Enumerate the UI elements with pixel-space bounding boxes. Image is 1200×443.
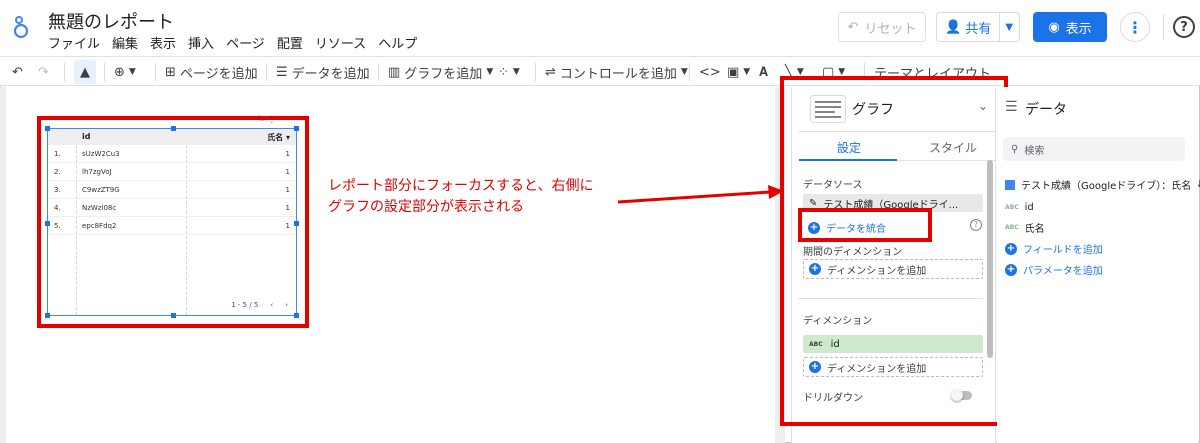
share-dropdown-icon[interactable]: ▼ [1000, 22, 1018, 33]
chevron-down-icon: ▼ [486, 67, 494, 77]
help-icon[interactable]: ? [1173, 16, 1195, 38]
menu-help[interactable]: ヘルプ [378, 33, 417, 52]
undo-arrow-icon: ↶ [847, 19, 859, 35]
annotation-text: レポート部分にフォーカスすると、右側に グラフの設定部分が表示される [328, 178, 594, 215]
view-button[interactable]: ◉ 表示 [1033, 12, 1107, 42]
image-icon: ▣ [727, 64, 740, 80]
reset-button[interactable]: ↶ リセット [838, 12, 926, 42]
annotation-box-properties [780, 76, 1008, 426]
redo-icon[interactable]: ↷ [38, 61, 49, 83]
menu-bar: ファイル 編集 表示 挿入 ページ 配置 リソース ヘルプ [48, 33, 417, 52]
chevron-down-icon: ▼ [128, 67, 136, 77]
add-parameter-button[interactable]: + パラメータを追加 [1005, 262, 1103, 277]
menu-view[interactable]: 表示 [150, 33, 176, 52]
add-data-button[interactable]: ☰ データを追加 [276, 61, 370, 83]
community-viz-icon: ⁘ [498, 64, 509, 80]
menu-file[interactable]: ファイル [48, 33, 100, 52]
search-icon: ⚲ [1011, 143, 1019, 155]
add-chart-icon: ▥ [388, 64, 401, 80]
eye-icon: ◉ [1048, 19, 1060, 35]
plus-icon: + [1005, 242, 1017, 255]
add-data-icon: ☰ [276, 64, 288, 80]
image-button[interactable]: ▣ ▼ [727, 61, 750, 83]
field-item-id[interactable]: ABC id [1005, 202, 1034, 213]
menu-resource[interactable]: リソース [315, 33, 366, 52]
chevron-down-icon: ▼ [743, 67, 751, 77]
menu-arrange[interactable]: 配置 [277, 33, 303, 52]
add-chart-button[interactable]: ▥ グラフを追加 ▼ [388, 61, 493, 83]
data-panel-title: データ [1025, 102, 1067, 118]
menu-page[interactable]: ページ [226, 33, 265, 52]
data-source-item[interactable]: テスト成績（Googleドライブ）：氏名 ⇵ [1005, 177, 1200, 192]
chevron-down-icon: ▼ [680, 67, 688, 77]
add-page-icon: ⊞ [165, 64, 176, 80]
menu-insert[interactable]: 挿入 [188, 33, 214, 52]
app-header: 無題のレポート ファイル 編集 表示 挿入 ページ 配置 リソース ヘルプ ↶ … [0, 0, 1200, 56]
share-button[interactable]: 👤 共有 ▼ [936, 12, 1020, 42]
zoom-icon: ⊕ [114, 64, 125, 80]
embed-code-icon[interactable]: <> [699, 61, 721, 83]
community-viz-button[interactable]: ⁘ ▼ [498, 61, 520, 83]
annotation-box-table [37, 116, 309, 328]
chevron-down-icon: ▼ [512, 67, 520, 77]
header-divider [1163, 14, 1164, 40]
select-pointer-icon[interactable]: ▲ [74, 60, 96, 84]
add-page-button[interactable]: ⊞ ページを追加 [165, 61, 258, 83]
data-list-icon: ☰ [1005, 99, 1018, 115]
text-icon[interactable]: 𝐀 [759, 61, 768, 83]
toolbar: ↶ ↷ ▲ ⊕ ▼ ⊞ ページを追加 ☰ データを追加 ▥ グラフを追加 ▼ ⁘ ▼ ⇌ コン… [0, 56, 1200, 86]
add-control-button[interactable]: ⇌ コントロールを追加 ▼ [545, 61, 688, 83]
undo-icon[interactable]: ↶ [12, 61, 23, 83]
menu-edit[interactable]: 編集 [112, 33, 138, 52]
add-field-button[interactable]: + フィールドを追加 [1005, 241, 1103, 256]
more-options-icon[interactable]: ⋮ [1120, 12, 1150, 42]
text-field-icon: ABC [1005, 224, 1019, 231]
report-title[interactable]: 無題のレポート [48, 8, 174, 34]
looker-studio-logo-icon [13, 16, 29, 39]
plus-icon: + [1005, 263, 1017, 276]
datasource-icon [1005, 179, 1015, 190]
add-person-icon: 👤 [945, 19, 962, 35]
text-field-icon: ABC [1005, 204, 1019, 211]
add-control-icon: ⇌ [545, 64, 556, 80]
field-item-name[interactable]: ABC 氏名 [1005, 220, 1045, 235]
zoom-button[interactable]: ⊕ ▼ [114, 61, 136, 83]
data-search-input[interactable]: ⚲ 検索 [1003, 137, 1185, 161]
